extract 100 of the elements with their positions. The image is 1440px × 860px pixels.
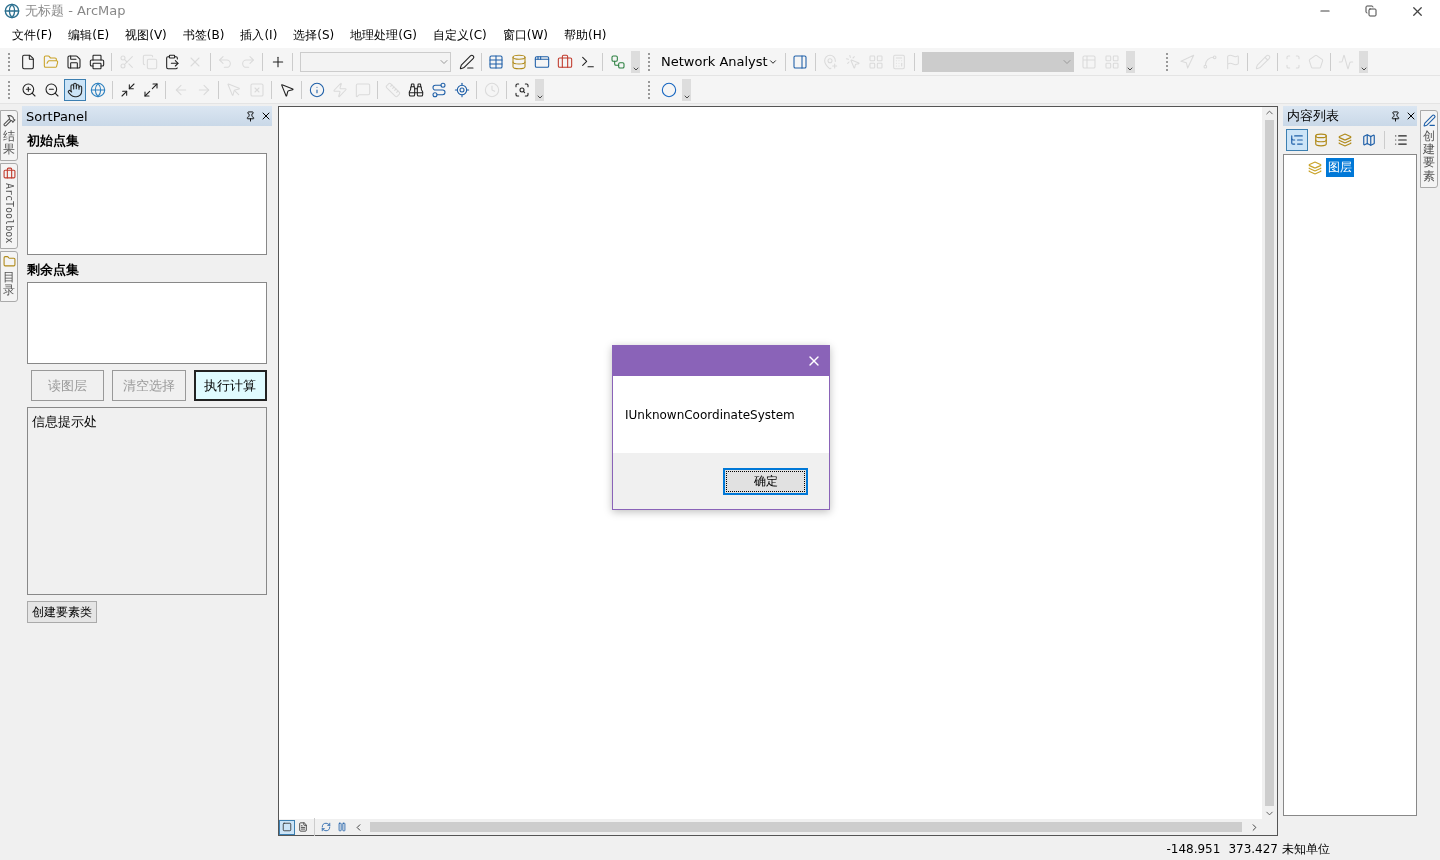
hand-icon: [66, 81, 83, 98]
menu-item[interactable]: 书签(B): [174, 23, 233, 47]
pen-icon: [1422, 114, 1436, 127]
pause-icon: [337, 822, 347, 832]
arrowhead-icon: [1178, 53, 1195, 70]
flowchart-icon: [609, 53, 626, 70]
list-icon: [1393, 133, 1408, 147]
clock-icon: [483, 81, 500, 98]
menu-item[interactable]: 窗口(W): [494, 23, 556, 47]
folder-icon: [2, 254, 16, 268]
copy-icon: [141, 53, 158, 70]
info-text-area: 信息提示处: [27, 407, 267, 595]
save-icon: [66, 53, 83, 70]
data-view-button[interactable]: [279, 819, 295, 835]
x-coordinate: -148.951: [1166, 842, 1221, 856]
create-feature-class-button[interactable]: 创建要素类: [27, 601, 97, 623]
list-box[interactable]: [27, 282, 267, 364]
hand-button[interactable]: [63, 78, 86, 101]
scissors-icon: [118, 53, 135, 70]
window-icon: [534, 53, 551, 70]
network-analyst-dropdown[interactable]: Network Analyst: [657, 54, 782, 69]
panel-icon: [792, 53, 809, 70]
zoom-in-icon: [20, 81, 37, 98]
panel-button[interactable]: 执行计算: [193, 370, 267, 401]
restore-icon: [1365, 5, 1377, 17]
layer-tree-icon: [1289, 133, 1304, 147]
close-icon[interactable]: [260, 110, 272, 122]
close-icon[interactable]: [1405, 110, 1417, 122]
menu-item[interactable]: 帮助(H): [555, 23, 615, 47]
grid-icon: [868, 53, 885, 70]
refresh-icon: [321, 822, 331, 832]
popup-icon: [354, 81, 371, 98]
paste-icon: [164, 53, 181, 70]
calculator-icon: [891, 53, 908, 70]
pen-icon: [458, 53, 475, 70]
line-graph-icon: [1337, 53, 1354, 70]
app-icon: [4, 3, 20, 19]
select-features-icon: [225, 81, 242, 98]
menu-item[interactable]: 插入(I): [232, 23, 286, 47]
route-icon: [430, 81, 447, 98]
dialog-message: IUnknownCoordinateSystem: [624, 406, 796, 424]
pin-plus-icon: [822, 53, 839, 70]
ok-button[interactable]: 确定: [723, 467, 808, 495]
window-title: 无标题 - ArcMap: [25, 2, 127, 20]
tree-item[interactable]: 图层: [1326, 158, 1354, 177]
menu-item[interactable]: 选择(S): [285, 23, 343, 47]
undo-icon: [217, 53, 234, 70]
table-icon: [488, 53, 505, 70]
print-icon: [88, 53, 105, 70]
folder-icon: [43, 53, 60, 70]
fixed-zoom-out-icon: [142, 81, 159, 98]
pointer-icon: [278, 81, 295, 98]
layer-tree-button[interactable]: [1285, 129, 1308, 151]
frame-icon: [1284, 53, 1301, 70]
pencil-icon: [1254, 53, 1271, 70]
scrollbar-thumb[interactable]: [370, 822, 1242, 832]
menu-item[interactable]: 地理处理(G): [342, 23, 425, 47]
redo-icon: [240, 53, 256, 70]
toolbar-options-button[interactable]: [1125, 50, 1135, 73]
menu-item[interactable]: 编辑(E): [60, 23, 118, 47]
dock-tab[interactable]: ArcToolbox: [0, 163, 18, 249]
panel-title: SortPanel: [26, 108, 89, 124]
database-icon: [511, 53, 528, 70]
new-document-icon: [20, 53, 37, 70]
toolbox-icon: [2, 167, 16, 181]
menu-item[interactable]: 文件(F): [4, 23, 61, 47]
square-icon: [282, 822, 292, 832]
info-icon: [308, 81, 325, 98]
pentagon-icon: [1307, 53, 1324, 70]
binoculars-icon: [407, 81, 424, 98]
dropdown-field[interactable]: [300, 51, 452, 72]
hammer-icon: [2, 114, 16, 127]
table-icon: [1081, 53, 1098, 70]
database-icon: [1313, 133, 1328, 147]
list-box[interactable]: [27, 153, 267, 255]
page-icon: [298, 822, 308, 832]
section-label: 初始点集: [27, 132, 80, 150]
layers-icon: [1308, 160, 1322, 175]
layers-icon: [1337, 133, 1352, 147]
dock-tab[interactable]: 创建要素: [1420, 110, 1438, 188]
pointer-click-icon: [845, 53, 862, 70]
dock-tab[interactable]: 目录: [0, 250, 18, 302]
toolbar-options-button[interactable]: [631, 50, 640, 73]
grid-icon: [1104, 53, 1121, 70]
crosshair-icon: [453, 81, 470, 98]
spline-icon: [1201, 53, 1218, 70]
ruler-icon: [384, 81, 401, 98]
menu-item[interactable]: 自定义(C): [424, 23, 495, 47]
globe-icon: [89, 81, 106, 98]
toolbox-icon: [556, 53, 573, 70]
pin-icon[interactable]: [1390, 110, 1401, 122]
section-label: 剩余点集: [27, 261, 80, 279]
pin-icon[interactable]: [245, 110, 256, 122]
units-label: 未知单位: [1282, 840, 1330, 858]
dock-tab[interactable]: 结果: [0, 110, 18, 162]
toolbar-options-button[interactable]: [1359, 50, 1368, 73]
menu-item[interactable]: 视图(V): [117, 23, 175, 47]
y-coordinate: 373.427: [1228, 842, 1278, 856]
sphere-icon: [660, 81, 677, 98]
scrollbar-thumb[interactable]: [1265, 120, 1274, 806]
